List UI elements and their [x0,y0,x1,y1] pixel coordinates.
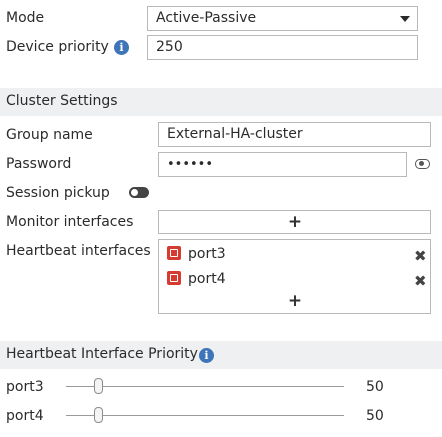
password-input[interactable]: •••••• [158,152,407,177]
heartbeat-interfaces-label: Heartbeat interfaces [6,243,151,259]
info-icon[interactable]: i [199,348,214,363]
session-pickup-label: Session pickup [6,185,110,201]
heartbeat-port-name: port3 [188,246,226,262]
group-name-value: External-HA-cluster [167,126,303,142]
group-name-label: Group name [6,127,93,143]
session-pickup-toggle[interactable] [129,187,149,198]
port-icon [167,246,181,260]
priority-port-label: port3 [6,379,44,395]
device-priority-label: Device priority [6,39,109,55]
close-icon[interactable]: ✖ [414,274,427,289]
monitor-interfaces-label: Monitor interfaces [6,214,134,230]
add-monitor-interface-button[interactable]: + [285,214,305,231]
cluster-settings-title: Cluster Settings [6,93,118,109]
chevron-down-icon [400,16,410,22]
info-icon[interactable]: i [114,40,129,55]
eye-icon[interactable] [415,159,430,169]
priority-slider-track[interactable] [66,386,344,387]
heartbeat-port-name: port4 [188,271,226,287]
close-icon[interactable]: ✖ [414,249,427,264]
group-name-input[interactable]: External-HA-cluster [158,122,431,147]
cluster-settings-section: Cluster Settings [0,88,442,116]
heartbeat-priority-title: Heartbeat Interface Priority [6,346,198,362]
monitor-interfaces-field[interactable]: + [158,210,431,234]
mode-label: Mode [6,10,45,26]
mode-select[interactable]: Active-Passive [147,6,418,31]
device-priority-input[interactable]: 250 [147,35,418,60]
priority-slider-thumb[interactable] [94,407,103,423]
port-icon [167,271,181,285]
priority-slider-thumb[interactable] [94,378,103,394]
priority-value: 50 [366,408,384,424]
heartbeat-interfaces-field[interactable]: port3 ✖ port4 ✖ + [158,239,431,314]
add-heartbeat-interface-button[interactable]: + [285,293,305,310]
password-label: Password [6,156,72,172]
mode-select-value: Active-Passive [156,10,257,26]
priority-slider-track[interactable] [66,415,344,416]
priority-value: 50 [366,379,384,395]
device-priority-value: 250 [156,39,183,55]
priority-port-label: port4 [6,408,44,424]
heartbeat-priority-section: Heartbeat Interface Priority i [0,341,442,369]
password-value: •••••• [167,157,214,172]
